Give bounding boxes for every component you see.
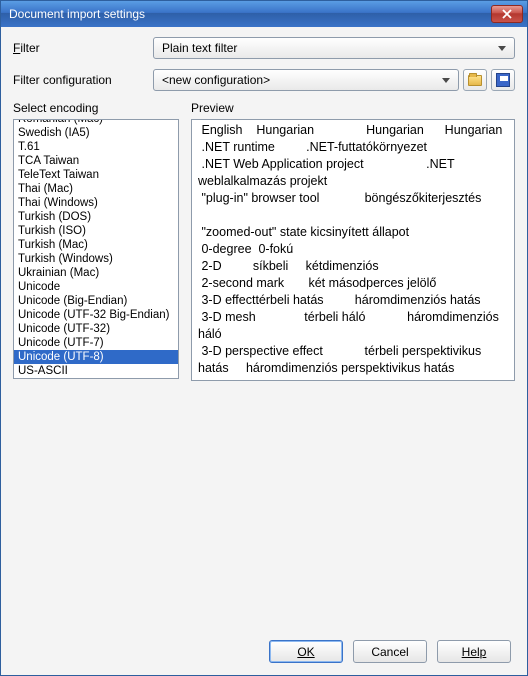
ok-button[interactable]: OK (269, 640, 343, 663)
filter-label: Filter (13, 41, 153, 55)
preview-label: Preview (191, 101, 515, 115)
encoding-item[interactable]: T.61 (14, 140, 178, 154)
cancel-button-label: Cancel (371, 645, 408, 659)
filter-combo[interactable]: Plain text filter (153, 37, 515, 59)
encoding-item[interactable]: Unicode (UTF-8) (14, 350, 178, 364)
columns: Select encoding OEM United StatesPortugu… (13, 101, 515, 381)
save-config-button[interactable] (491, 69, 515, 91)
help-button[interactable]: Help (437, 640, 511, 663)
ok-button-label: OK (297, 645, 314, 659)
open-config-button[interactable] (463, 69, 487, 91)
spacer (13, 381, 515, 632)
encoding-item[interactable]: Turkish (Windows) (14, 252, 178, 266)
preview-box[interactable]: English Hungarian Hungarian Hungarian .N… (191, 119, 515, 381)
filter-row: Filter Plain text filter (13, 37, 515, 59)
config-combo[interactable]: <new configuration> (153, 69, 459, 91)
dialog-window: Document import settings Filter Plain te… (0, 0, 528, 676)
filter-combo-value: Plain text filter (162, 41, 498, 55)
encoding-item[interactable]: Unicode (UTF-32 Big-Endian) (14, 308, 178, 322)
encoding-item[interactable]: Unicode (UTF-7) (14, 336, 178, 350)
chevron-down-icon (442, 78, 450, 83)
encoding-item[interactable]: Unicode (UTF-32) (14, 322, 178, 336)
encoding-item[interactable]: Turkish (DOS) (14, 210, 178, 224)
encoding-label: Select encoding (13, 101, 179, 115)
encoding-item[interactable]: TCA Taiwan (14, 154, 178, 168)
filter-label-text: Filter (13, 41, 40, 55)
encoding-item[interactable]: TeleText Taiwan (14, 168, 178, 182)
window-title: Document import settings (9, 7, 491, 21)
encoding-item[interactable]: Turkish (Mac) (14, 238, 178, 252)
encoding-item[interactable]: US-ASCII (14, 364, 178, 378)
titlebar: Document import settings (1, 1, 527, 27)
encoding-listbox[interactable]: OEM United StatesPortuguese (DOS)Romania… (13, 119, 179, 379)
encoding-item[interactable]: Unicode (14, 280, 178, 294)
config-combo-value: <new configuration> (162, 73, 442, 87)
client-area: Filter Plain text filter Filter configur… (1, 27, 527, 675)
encoding-item[interactable]: Unicode (Big-Endian) (14, 294, 178, 308)
cancel-button[interactable]: Cancel (353, 640, 427, 663)
folder-icon (468, 75, 482, 86)
encoding-item[interactable]: Thai (Windows) (14, 196, 178, 210)
save-icon (496, 73, 510, 87)
button-row: OK Cancel Help (13, 632, 515, 667)
config-label: Filter configuration (13, 73, 153, 87)
encoding-item[interactable]: Ukrainian (Mac) (14, 266, 178, 280)
encoding-column: Select encoding OEM United StatesPortugu… (13, 101, 179, 381)
config-row: Filter configuration <new configuration> (13, 69, 515, 91)
encoding-item[interactable]: Turkish (ISO) (14, 224, 178, 238)
close-button[interactable] (491, 5, 523, 23)
encoding-item[interactable]: Swedish (IA5) (14, 126, 178, 140)
preview-column: Preview English Hungarian Hungarian Hung… (191, 101, 515, 381)
encoding-item[interactable]: Thai (Mac) (14, 182, 178, 196)
chevron-down-icon (498, 46, 506, 51)
close-icon (502, 9, 512, 19)
help-button-label: Help (462, 645, 487, 659)
encoding-item[interactable]: Romanian (Mac) (14, 119, 178, 126)
